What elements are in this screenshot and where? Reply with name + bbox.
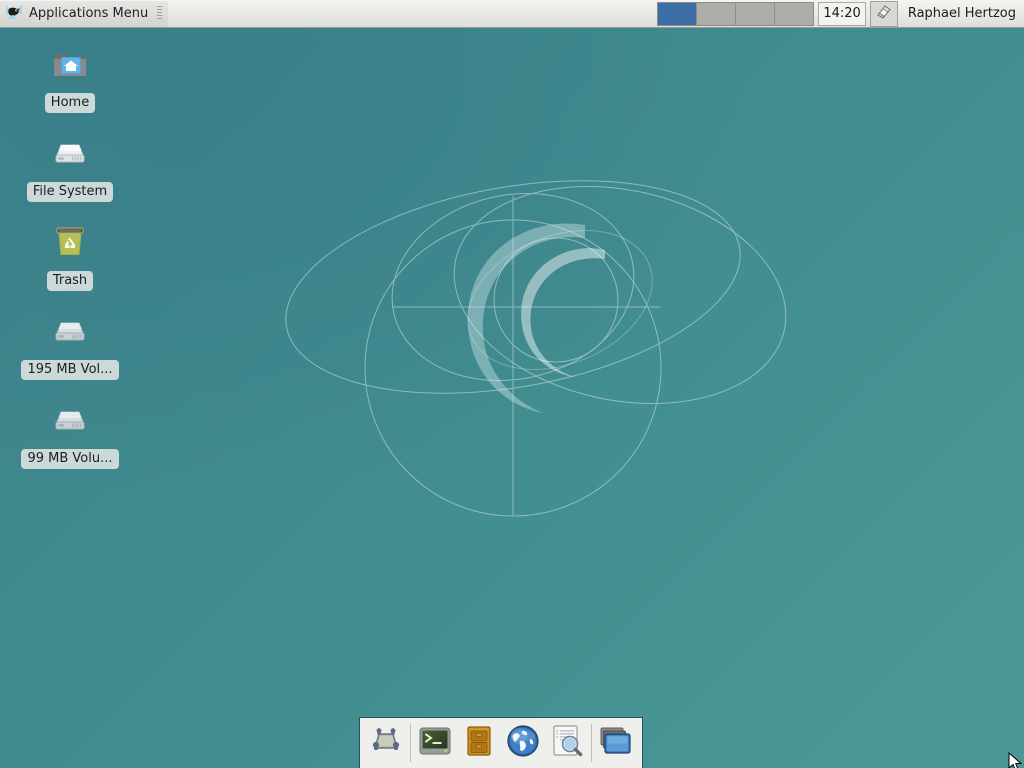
dock-item-web-browser[interactable] — [501, 721, 545, 765]
workspace-switcher[interactable] — [657, 2, 814, 26]
dock-separator — [591, 724, 592, 762]
desktop-icon-column: Home File System — [16, 40, 126, 485]
desktop-icon-label: Home — [45, 93, 95, 113]
desktop-screen: Applications Menu 14:20 — [0, 0, 1024, 768]
dock-item-terminal[interactable] — [413, 721, 457, 765]
blue-folder-icon — [598, 723, 634, 763]
workspace-button-2[interactable] — [696, 2, 735, 26]
applications-menu-label: Applications Menu — [29, 6, 148, 21]
eraser-icon — [875, 3, 893, 25]
username-button[interactable]: Raphael Hertzog — [898, 6, 1024, 21]
desktop-icon-label: 99 MB Volu... — [21, 449, 118, 469]
desktop-icon-label: Trash — [47, 271, 93, 291]
desktop-icon-label: File System — [27, 182, 113, 202]
dock-item-open-folder[interactable] — [594, 721, 638, 765]
desktop-icon-volume-99mb[interactable]: 99 MB Volu... — [16, 396, 124, 469]
dock-item-show-desktop[interactable] — [364, 721, 408, 765]
home-folder-icon — [46, 40, 94, 88]
terminal-icon — [417, 723, 453, 763]
dock-separator — [410, 724, 411, 762]
desktop-icon-volume-195mb[interactable]: 195 MB Vol... — [16, 307, 124, 380]
workspace-button-3[interactable] — [735, 2, 774, 26]
panel-right-group: 14:20 Raphael Hertzog — [657, 0, 1024, 28]
desktop-icon-label: 195 MB Vol... — [21, 360, 118, 380]
web-browser-globe-icon — [505, 723, 541, 763]
hard-drive-icon — [46, 129, 94, 177]
dock-item-file-manager[interactable] — [457, 721, 501, 765]
volume-drive-icon — [46, 307, 94, 355]
volume-drive-icon — [46, 396, 94, 444]
desktop-icon-home[interactable]: Home — [16, 40, 124, 113]
xfce-mouse-icon — [4, 2, 24, 26]
panel-grip-icon[interactable] — [157, 6, 162, 21]
dock-item-find-files[interactable] — [545, 721, 589, 765]
desktop-icon-file-system[interactable]: File System — [16, 129, 124, 202]
clock-widget[interactable]: 14:20 — [818, 2, 865, 26]
desktop-icon-trash[interactable]: Trash — [16, 218, 124, 291]
top-panel: Applications Menu 14:20 — [0, 0, 1024, 28]
trash-icon — [46, 218, 94, 266]
workspace-button-4[interactable] — [774, 2, 814, 26]
action-button[interactable] — [870, 1, 898, 27]
desktop-wallpaper[interactable] — [0, 0, 1024, 768]
show-desktop-icon — [368, 723, 404, 763]
document-search-icon — [549, 723, 585, 763]
bottom-dock-panel — [359, 717, 643, 768]
wallpaper-artwork — [0, 0, 1024, 768]
applications-menu-button[interactable]: Applications Menu — [0, 1, 168, 27]
workspace-button-1[interactable] — [657, 2, 696, 26]
file-cabinet-icon — [461, 723, 497, 763]
